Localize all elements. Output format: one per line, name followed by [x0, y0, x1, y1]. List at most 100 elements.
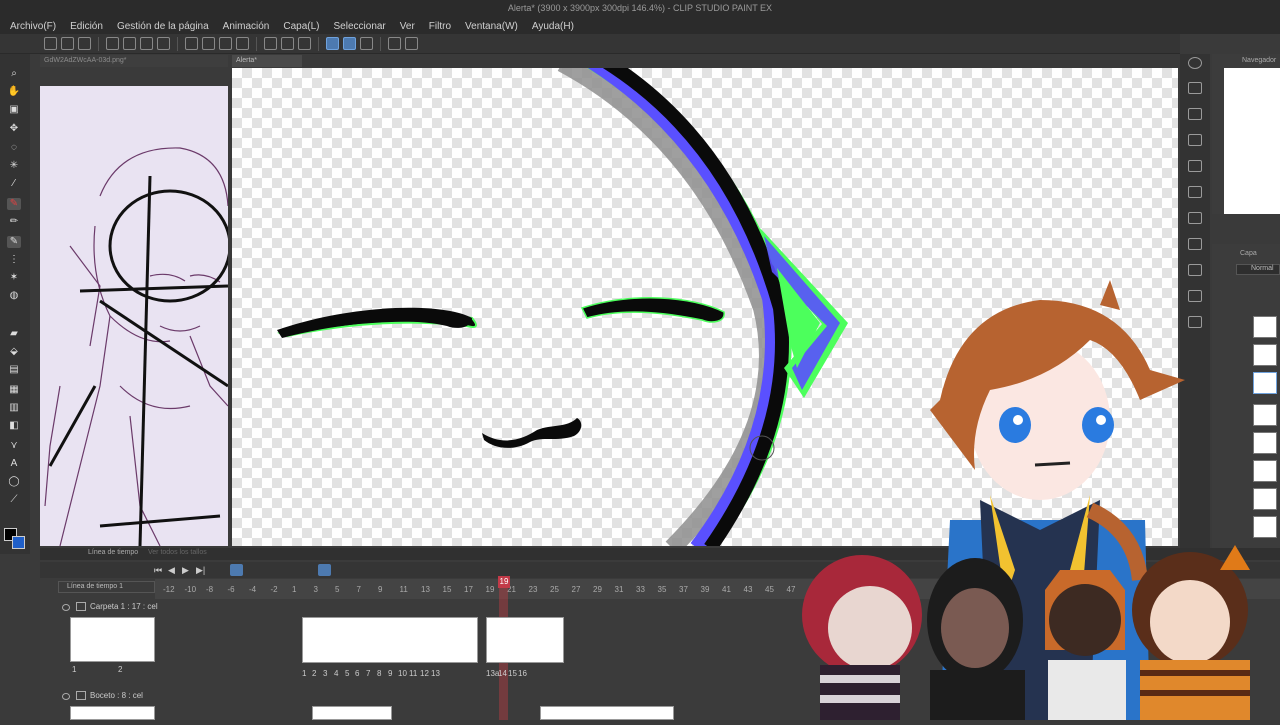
correct-line-icon[interactable]: ⋎ [7, 440, 21, 452]
snap-ruler-icon[interactable] [326, 37, 339, 50]
grid-icon[interactable] [264, 37, 277, 50]
color-set-icon[interactable] [1188, 186, 1202, 198]
tab-alerta[interactable]: Alerta* [232, 55, 302, 67]
operation-icon[interactable]: ▣ [7, 104, 21, 116]
current-frame-indicator[interactable]: 19 [498, 576, 510, 588]
tab-reference-image[interactable]: GdW2AdZWcAA-03d.png* [40, 55, 228, 67]
menu-animacion[interactable]: Animación [223, 21, 270, 32]
ruler-tick-label: 43 [743, 585, 753, 594]
settings-icon[interactable] [388, 37, 401, 50]
cel-number: 10 [398, 669, 407, 678]
ruler-tool-icon[interactable]: ◧ [7, 420, 21, 432]
pencil-icon[interactable]: ✏ [7, 216, 21, 228]
menu-capa[interactable]: Capa(L) [283, 21, 319, 32]
menu-ver[interactable]: Ver [400, 21, 415, 32]
track-thumb-strip[interactable] [70, 617, 155, 662]
text-icon[interactable]: A [7, 458, 21, 470]
cel-strip[interactable] [486, 617, 564, 663]
frame-icon[interactable]: ▥ [7, 402, 21, 414]
sub-view-icon[interactable] [1188, 82, 1202, 94]
ruler-tick-label: -8 [206, 585, 214, 594]
move-layer-icon[interactable]: ✥ [7, 123, 21, 135]
divider [380, 36, 381, 51]
eyedropper-icon[interactable]: ⁄ [7, 178, 21, 190]
menu-ventana[interactable]: Ventana(W) [465, 21, 518, 32]
timeline-panel-hint: Ver todos los tallos [148, 549, 207, 556]
brush-icon[interactable]: ✎ [7, 236, 21, 248]
snap-special-ruler-icon[interactable] [343, 37, 356, 50]
undo-icon[interactable] [106, 37, 119, 50]
ruler-tick-label: 7 [356, 585, 361, 594]
new-cel-icon[interactable] [318, 564, 331, 576]
guide-icon[interactable] [298, 37, 311, 50]
lasso-icon[interactable]: ◌ [7, 142, 21, 154]
new-file-icon[interactable] [44, 37, 57, 50]
blend-icon[interactable]: ◍ [7, 290, 21, 302]
first-frame-icon[interactable]: ⏮ [154, 565, 162, 576]
brush-size-icon[interactable] [1188, 134, 1202, 146]
line-tool-icon[interactable]: ⟋ [7, 494, 21, 506]
intermediate-color-icon[interactable] [1188, 212, 1202, 224]
menu-ayuda[interactable]: Ayuda(H) [532, 21, 574, 32]
cel-strip[interactable] [302, 617, 478, 663]
layer-tab[interactable]: Capa [1240, 250, 1257, 257]
cel-strip[interactable] [312, 706, 392, 720]
track-thumb-strip[interactable] [70, 706, 155, 720]
menu-archivo[interactable]: Archivo(F) [10, 21, 56, 32]
deselect-icon[interactable] [236, 37, 249, 50]
cel-number: 4 [334, 669, 339, 678]
sub-color-swatch[interactable] [12, 536, 25, 549]
prev-frame-icon[interactable]: ◀ [168, 565, 175, 576]
navigator-icon[interactable] [1188, 57, 1202, 69]
ruler-tick-label: -10 [184, 585, 197, 594]
menu-gestion-pagina[interactable]: Gestión de la página [117, 21, 209, 32]
magic-wand-icon[interactable]: ✳ [7, 160, 21, 172]
menu-edicion[interactable]: Edición [70, 21, 103, 32]
property-icon[interactable] [1188, 108, 1202, 120]
ruler-tick-label: 1 [292, 585, 297, 594]
transform-icon[interactable] [185, 37, 198, 50]
visibility-eye-icon[interactable] [62, 693, 70, 700]
cel-strip[interactable] [540, 706, 674, 720]
cel-number: 1 [302, 669, 307, 678]
color-wheel-icon[interactable] [1188, 160, 1202, 172]
scale-icon[interactable] [202, 37, 215, 50]
visibility-eye-icon[interactable] [62, 604, 70, 611]
fill-tool-icon[interactable]: ⬙ [7, 346, 21, 358]
ruler-tick-label: 35 [657, 585, 667, 594]
open-file-icon[interactable] [61, 37, 74, 50]
navigator-preview[interactable] [1224, 68, 1280, 214]
approx-color-icon[interactable] [1188, 238, 1202, 250]
track-name[interactable]: Carpeta 1 : 17 : cel [90, 602, 158, 611]
decoration-icon[interactable]: ✶ [7, 272, 21, 284]
eraser-icon[interactable]: ▰ [7, 328, 21, 340]
redo-icon[interactable] [123, 37, 136, 50]
save-icon[interactable] [78, 37, 91, 50]
ruler-icon[interactable] [281, 37, 294, 50]
zoom-icon[interactable]: ⌕ [7, 68, 21, 80]
airbrush-icon[interactable]: ⋮ [7, 254, 21, 266]
cel-number: 12 [420, 669, 429, 678]
next-frame-icon[interactable]: ▶| [196, 565, 205, 576]
balloon-icon[interactable]: ◯ [7, 476, 21, 488]
hand-icon[interactable]: ✋ [7, 86, 21, 98]
timeline-name-select[interactable]: Línea de tiempo 1 [58, 581, 155, 593]
ruler-tick-label: 45 [765, 585, 774, 594]
menu-seleccionar[interactable]: Seleccionar [334, 21, 386, 32]
reference-canvas[interactable] [40, 86, 228, 546]
track-name[interactable]: Boceto : 8 : cel [90, 691, 143, 700]
loop-icon[interactable] [230, 564, 243, 576]
clear-icon[interactable] [140, 37, 153, 50]
crop-icon[interactable] [219, 37, 232, 50]
gradient-icon[interactable]: ▤ [7, 364, 21, 376]
cell-label: 1 [72, 665, 77, 674]
menu-filtro[interactable]: Filtro [429, 21, 451, 32]
pen-pressure-icon[interactable] [360, 37, 373, 50]
folder-icon [76, 691, 86, 700]
play-icon[interactable]: ▶ [182, 565, 189, 576]
navigator-title: Navegador [1242, 57, 1277, 64]
help-icon[interactable] [405, 37, 418, 50]
figure-icon[interactable]: ▦ [7, 384, 21, 396]
pen-icon[interactable]: ✎ [7, 198, 21, 210]
fill-icon[interactable] [157, 37, 170, 50]
